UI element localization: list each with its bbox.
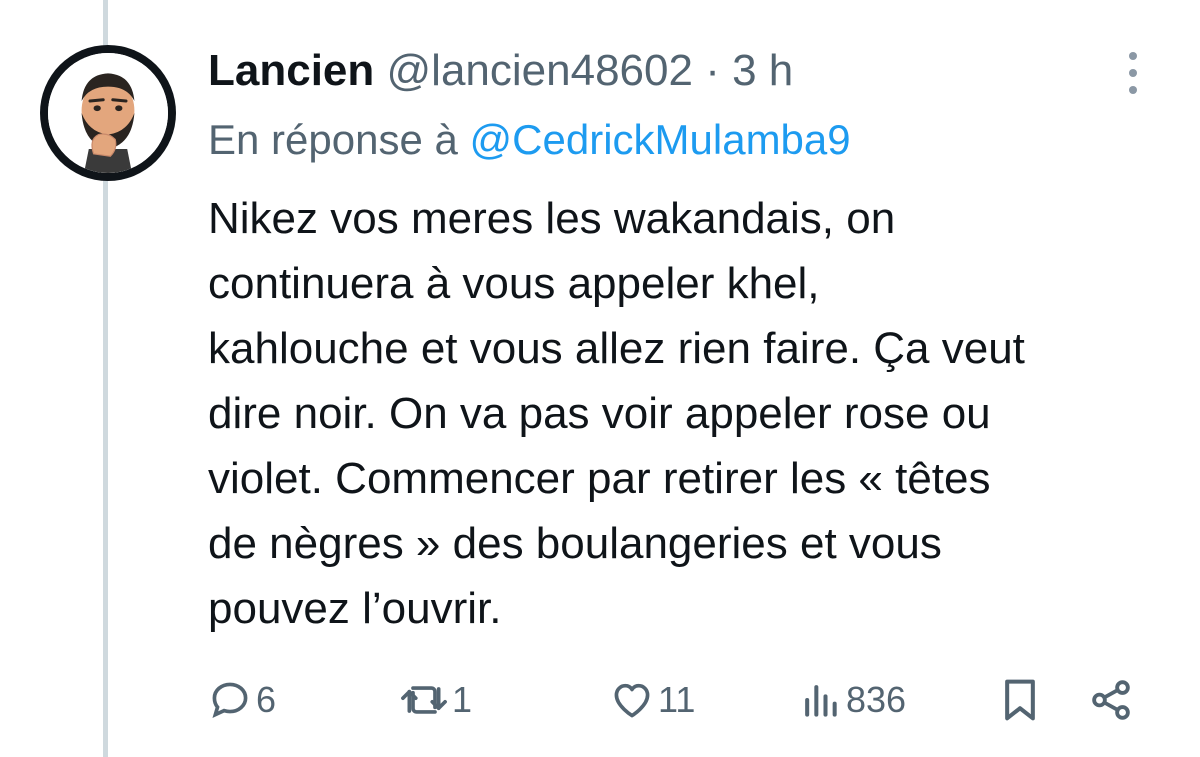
tweet-text-line: Nikez vos meres les wakandais, on [208, 194, 896, 243]
like-button[interactable]: 11 [610, 672, 695, 728]
tweet-text-line: violet. Commencer par retirer les « tête… [208, 454, 991, 503]
reply-to-mention[interactable]: @CedrickMulamba9 [470, 116, 851, 163]
retweet-icon [401, 686, 447, 714]
views-icon [805, 685, 837, 717]
more-icon-dot [1129, 69, 1137, 77]
retweet-button[interactable]: 1 [400, 672, 472, 728]
display-name[interactable]: Lancien [208, 46, 374, 95]
reply-prefix: En réponse à [208, 116, 458, 163]
reply-count: 6 [256, 679, 277, 720]
user-handle[interactable]: @lancien48602 [387, 46, 693, 95]
more-options-button[interactable] [1118, 48, 1148, 98]
avatar[interactable] [40, 45, 176, 181]
bookmark-button[interactable] [998, 672, 1042, 728]
retweet-count: 1 [452, 679, 473, 720]
more-vertical-icon [1129, 52, 1137, 60]
reply-context: En réponse à @CedrickMulamba9 [208, 113, 851, 167]
reply-icon [212, 682, 248, 719]
tweet-text-line: pouvez l’ouvrir. [208, 584, 502, 633]
tweet-actions-bar: 6 1 11 836 [208, 672, 1148, 728]
memoji-avatar-icon [48, 53, 168, 173]
like-count: 11 [658, 679, 696, 720]
bookmark-icon [1005, 679, 1035, 721]
share-icon [1092, 680, 1130, 720]
more-icon-dot [1129, 86, 1137, 94]
tweet-header: Lancien @lancien48602 · 3 h [208, 44, 793, 98]
heart-icon [614, 683, 650, 718]
views-count: 836 [846, 679, 907, 720]
tweet-text-line: kahlouche et vous allez rien faire. Ça v… [208, 324, 1025, 373]
tweet-text-line: dire noir. On va pas voir appeler rose o… [208, 389, 991, 438]
share-button[interactable] [1088, 672, 1134, 728]
tweet-text-line: continuera à vous appeler khel, [208, 259, 820, 308]
reply-button[interactable]: 6 [208, 672, 276, 728]
views-button[interactable]: 836 [798, 672, 906, 728]
tweet-text-line: de nègres » des boulangeries et vous [208, 519, 942, 568]
tweet-text: Nikez vos meres les wakandais, on contin… [208, 186, 1168, 641]
avatar-image [48, 53, 168, 173]
tweet-timestamp[interactable]: 3 h [732, 46, 793, 95]
header-separator: · [705, 46, 720, 95]
